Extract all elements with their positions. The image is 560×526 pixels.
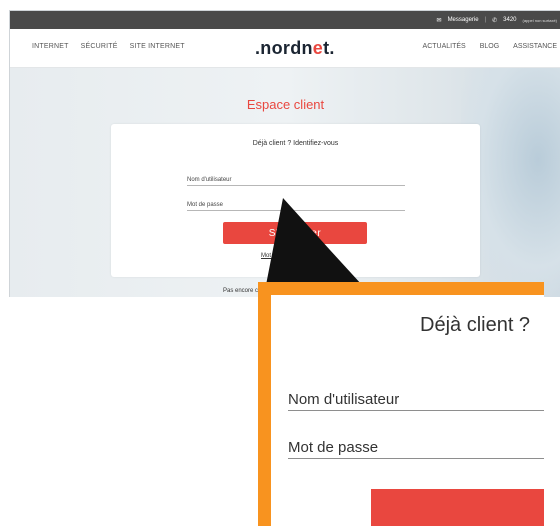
password-input[interactable]: Mot de passe (187, 202, 405, 211)
nav-item-blog[interactable]: BLOG (480, 43, 499, 50)
nav-right-menu: ACTUALITÉS BLOG ASSISTANCE (423, 43, 557, 50)
username-input[interactable]: Nom d'utilisateur (187, 177, 405, 186)
logo-text-prefix: .nordn (255, 38, 313, 58)
messagerie-link[interactable]: Messagerie (448, 17, 479, 23)
zoom-callout: Déjà client ? Nom d'utilisateur Mot de p… (258, 282, 544, 526)
zoom-password-input: Mot de passe (288, 439, 544, 459)
nav-item-site-internet[interactable]: SITE INTERNET (130, 43, 185, 50)
zoom-username-input: Nom d'utilisateur (288, 391, 544, 411)
logo-text-accent: e (312, 38, 324, 58)
logo-text-suffix: t. (323, 38, 335, 58)
zoom-login-button (371, 489, 544, 526)
zoom-login-heading: Déjà client ? (420, 314, 531, 336)
zoom-callout-content: Déjà client ? Nom d'utilisateur Mot de p… (271, 295, 544, 526)
topbar-separator: | (484, 17, 487, 23)
login-heading: Déjà client ? Identifiez-vous (252, 140, 339, 147)
nav-item-actualites[interactable]: ACTUALITÉS (423, 43, 466, 50)
nordnet-logo[interactable]: .nordnet. (255, 38, 335, 59)
top-utility-bar: ✉ Messagerie | ✆ 3420 (appel non surtaxé… (10, 11, 560, 29)
website-screenshot: ✉ Messagerie | ✆ 3420 (appel non surtaxé… (9, 10, 560, 297)
nav-item-internet[interactable]: INTERNET (32, 43, 69, 50)
login-card: Déjà client ? Identifiez-vous Nom d'util… (111, 124, 480, 277)
phone-number[interactable]: 3420 (503, 17, 516, 23)
nav-left-menu: INTERNET SÉCURITÉ SITE INTERNET (32, 43, 185, 50)
login-button[interactable]: S'identifier (223, 222, 367, 244)
mail-icon: ✉ (436, 17, 442, 24)
forgot-password-link[interactable]: Mot de passe oublié ? (261, 253, 320, 259)
page-title: Espace client (246, 97, 325, 112)
main-navigation: INTERNET SÉCURITÉ SITE INTERNET .nordnet… (10, 29, 560, 68)
nav-item-securite[interactable]: SÉCURITÉ (81, 43, 118, 50)
phone-icon: ✆ (492, 17, 498, 24)
nav-item-assistance[interactable]: ASSISTANCE (513, 43, 557, 50)
phone-note: (appel non surtaxé) (522, 17, 557, 23)
